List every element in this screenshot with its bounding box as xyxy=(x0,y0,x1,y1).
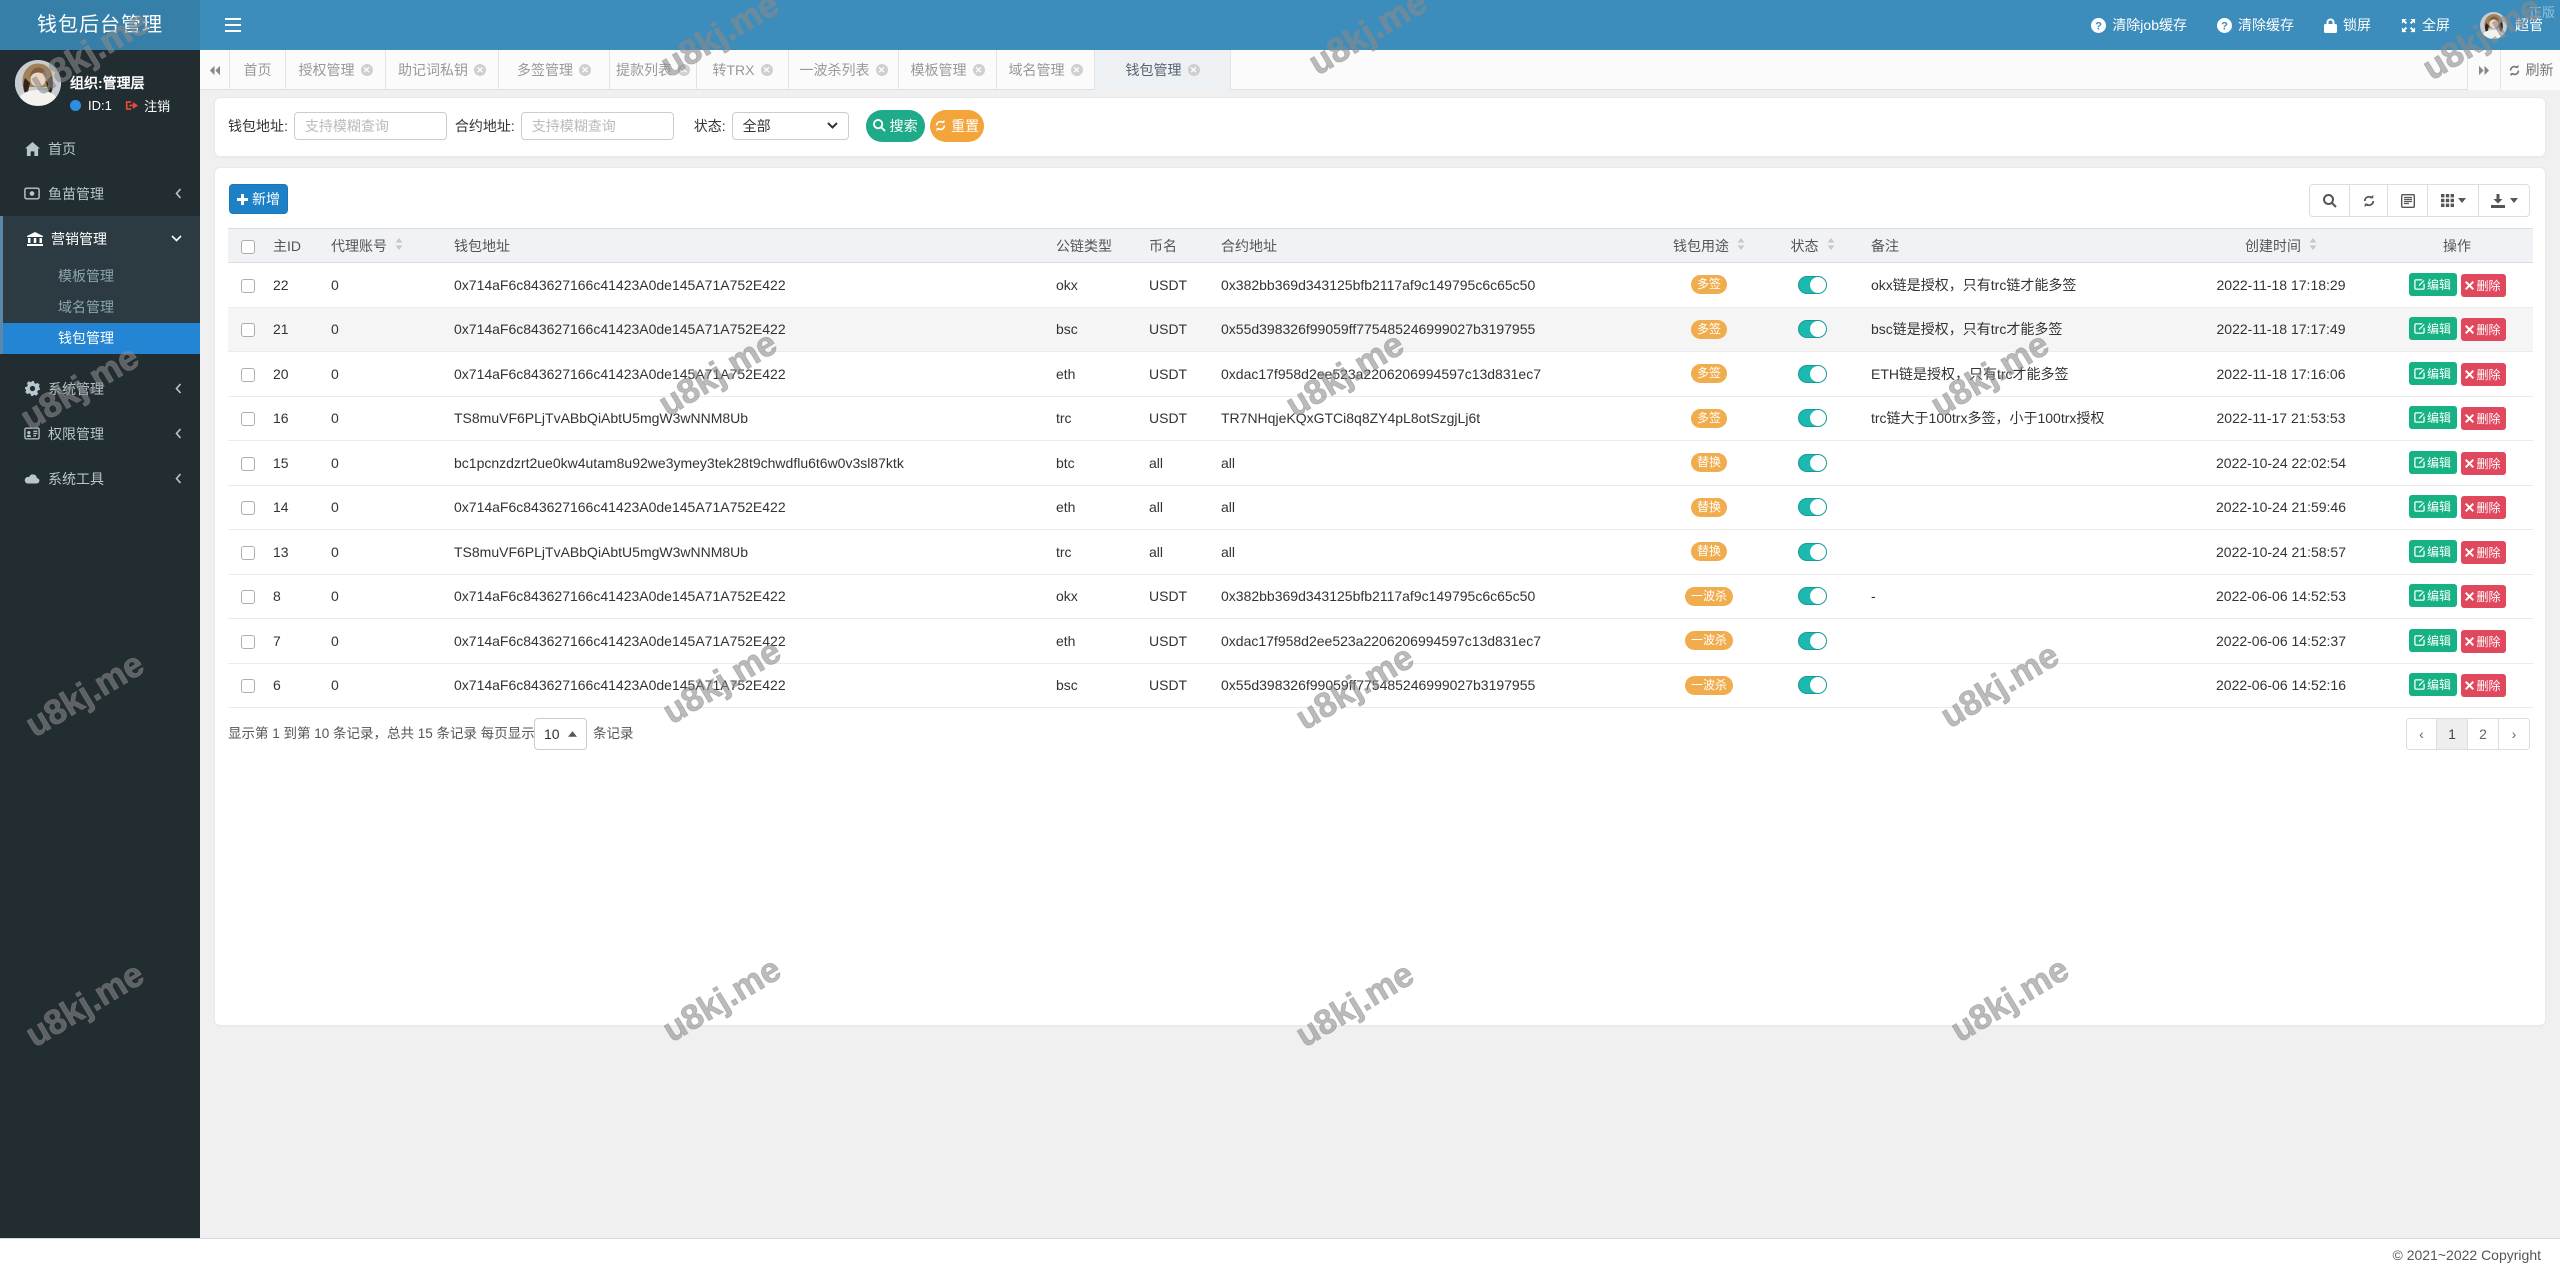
svg-text:?: ? xyxy=(2221,20,2228,32)
svg-text:?: ? xyxy=(2095,20,2102,32)
